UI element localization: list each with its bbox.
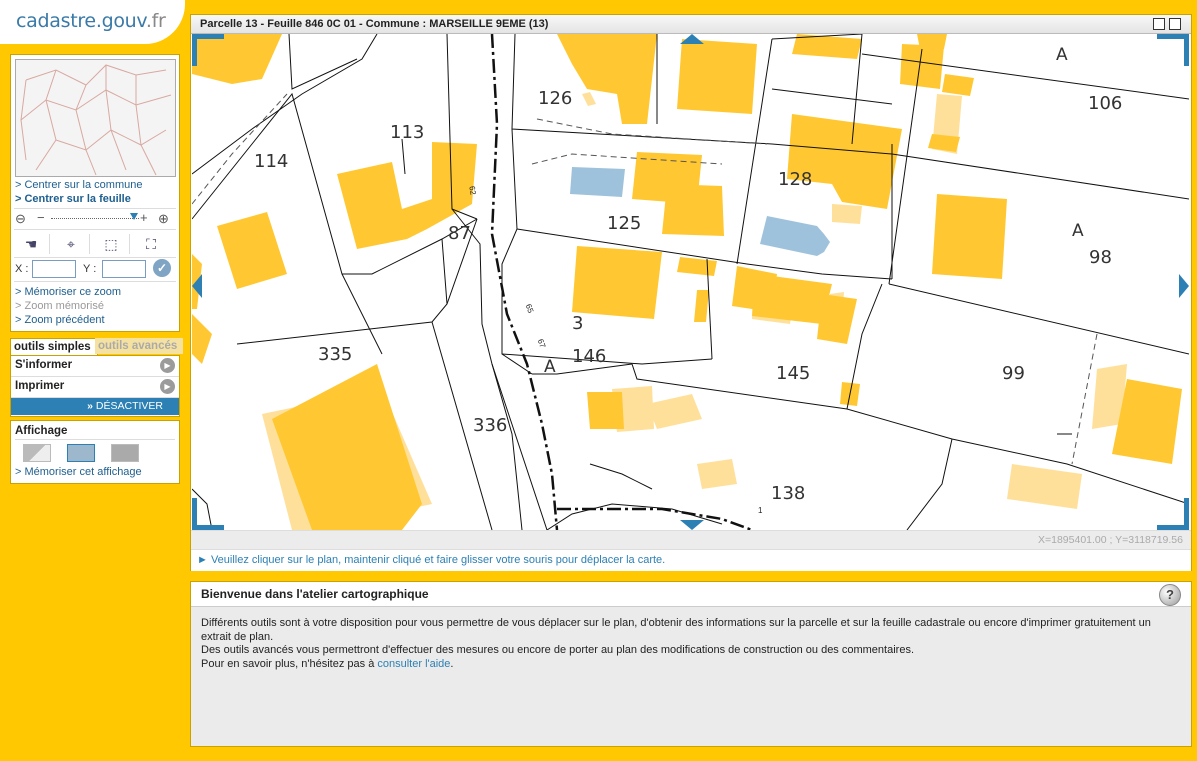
info-paragraph: Différents outils sont à votre dispositi…: [201, 617, 1151, 643]
zoom-in-icon[interactable]: ⊕: [158, 211, 169, 227]
map-tool-row: ☚ ⌖ ⬚ ⛶: [13, 231, 177, 257]
tools-panel: outils simples outils avancés S'informer…: [10, 338, 183, 417]
previous-zoom-link[interactable]: > Zoom précédent: [15, 314, 105, 326]
parcel-label-128: 128: [778, 169, 813, 190]
display-option-photo[interactable]: [111, 444, 139, 462]
memorize-display-link[interactable]: > Mémoriser cet affichage: [15, 466, 142, 478]
pan-east-arrow: [1179, 274, 1189, 298]
y-label: Y :: [83, 263, 97, 275]
play-icon[interactable]: ▶: [160, 358, 175, 373]
parcel-label-138: 138: [771, 483, 806, 504]
pan-south-arrow: [680, 520, 704, 530]
section-label-a: A: [544, 357, 556, 377]
parcel-label-125: 125: [607, 213, 642, 234]
info-paragraph: Pour en savoir plus, n'hésitez pas à con…: [201, 657, 454, 670]
divider: [14, 257, 176, 258]
info-body: Différents outils sont à votre dispositi…: [201, 617, 1183, 671]
map-title: Parcelle 13 - Feuille 846 0C 01 - Commun…: [200, 18, 549, 30]
print-tool[interactable]: Imprimer ▶: [11, 377, 179, 398]
print-label: Imprimer: [15, 380, 65, 392]
zoom-slider[interactable]: [51, 218, 139, 219]
overview-minimap[interactable]: [15, 59, 176, 177]
restore-window-icon[interactable]: [1153, 18, 1165, 30]
inform-label: S'informer: [15, 359, 73, 371]
center-commune-link[interactable]: > Centrer sur la commune: [15, 179, 142, 191]
divider: [15, 439, 175, 440]
status-message: ► Veuillez cliquer sur le plan, mainteni…: [197, 554, 666, 566]
full-extent-icon[interactable]: ⛶: [133, 234, 169, 254]
plus-icon[interactable]: +: [140, 210, 148, 225]
cadastral-map[interactable]: 126 106 113 114 128 125 87 98 3 146 335 …: [192, 34, 1189, 530]
parcel-label-98: 98: [1089, 247, 1112, 268]
parcel-label-114: 114: [254, 151, 289, 172]
help-icon[interactable]: ?: [1159, 584, 1181, 606]
logo[interactable]: cadastre.gouv.fr: [16, 10, 166, 32]
zoom-out-icon[interactable]: ⊖: [15, 211, 26, 227]
memorized-zoom-link: > Zoom mémorisé: [15, 300, 104, 312]
display-panel: Affichage > Mémoriser cet affichage: [10, 420, 180, 484]
inform-tool[interactable]: S'informer ▶: [11, 356, 179, 377]
divider: [14, 208, 176, 209]
parcel-label-145: 145: [776, 363, 811, 384]
cursor-coordinates: X=1895401.00 ; Y=3118719.56: [1037, 534, 1183, 546]
display-option-mixed[interactable]: [23, 444, 51, 462]
display-title: Affichage: [15, 425, 68, 437]
y-coordinate-input[interactable]: [102, 260, 146, 278]
divider: [14, 229, 176, 230]
map-window: Parcelle 13 - Feuille 846 0C 01 - Commun…: [190, 14, 1192, 571]
parcel-label-3: 3: [572, 313, 584, 334]
section-label-a: A: [1072, 221, 1084, 241]
minus-icon[interactable]: −: [37, 210, 45, 225]
zoom-control: ⊖ − + ⊕: [15, 210, 175, 227]
deactivate-button[interactable]: » DÉSACTIVER: [11, 398, 179, 415]
parcel-label-99: 99: [1002, 363, 1025, 384]
zoom-slider-handle[interactable]: [130, 213, 138, 220]
tab-advanced-tools[interactable]: outils avancés: [95, 338, 183, 354]
coordinate-entry: X : Y : ✓: [15, 259, 175, 281]
parcel-label-146: 146: [572, 346, 607, 367]
info-title-bar: Bienvenue dans l'atelier cartographique …: [191, 582, 1191, 607]
help-link[interactable]: consulter l'aide: [377, 658, 450, 670]
parcel-label-87: 87: [448, 223, 471, 244]
navigation-panel: > Centrer sur la commune > Centrer sur l…: [10, 54, 180, 332]
info-paragraph: Des outils avancés vous permettront d'ef…: [201, 644, 915, 656]
display-option-plan[interactable]: [67, 444, 95, 462]
zoom-box-icon[interactable]: ⬚: [93, 234, 130, 254]
parcel-label-113: 113: [390, 122, 425, 143]
center-sheet-link[interactable]: > Centrer sur la feuille: [15, 193, 131, 205]
status-bar: ► Veuillez cliquer sur le plan, mainteni…: [191, 549, 1191, 571]
validate-check-icon[interactable]: ✓: [153, 259, 171, 277]
parcel-label-126: 126: [538, 88, 573, 109]
memorize-zoom-link[interactable]: > Mémoriser ce zoom: [15, 286, 121, 298]
parcel-label-106: 106: [1088, 93, 1123, 114]
pan-hand-icon[interactable]: ☚: [13, 234, 50, 254]
x-label: X :: [15, 263, 29, 275]
street-number-label: 62: [467, 185, 478, 196]
pan-north-arrow: [680, 34, 704, 44]
tab-simple-tools[interactable]: outils simples: [10, 338, 98, 355]
coordinate-bar: X=1895401.00 ; Y=3118719.56: [191, 530, 1191, 549]
recenter-crosshair-icon[interactable]: ⌖: [53, 234, 90, 254]
map-title-bar: Parcelle 13 - Feuille 846 0C 01 - Commun…: [191, 15, 1191, 34]
street-number-label: 1: [758, 506, 763, 515]
divider: [14, 281, 176, 282]
info-panel: Bienvenue dans l'atelier cartographique …: [190, 581, 1192, 747]
parcel-label-336: 336: [473, 415, 508, 436]
info-title: Bienvenue dans l'atelier cartographique: [201, 587, 429, 601]
x-coordinate-input[interactable]: [32, 260, 76, 278]
play-icon[interactable]: ▶: [160, 379, 175, 394]
maximize-window-icon[interactable]: [1169, 18, 1181, 30]
parcel-label-335: 335: [318, 344, 353, 365]
section-label-a: A: [1056, 45, 1068, 65]
